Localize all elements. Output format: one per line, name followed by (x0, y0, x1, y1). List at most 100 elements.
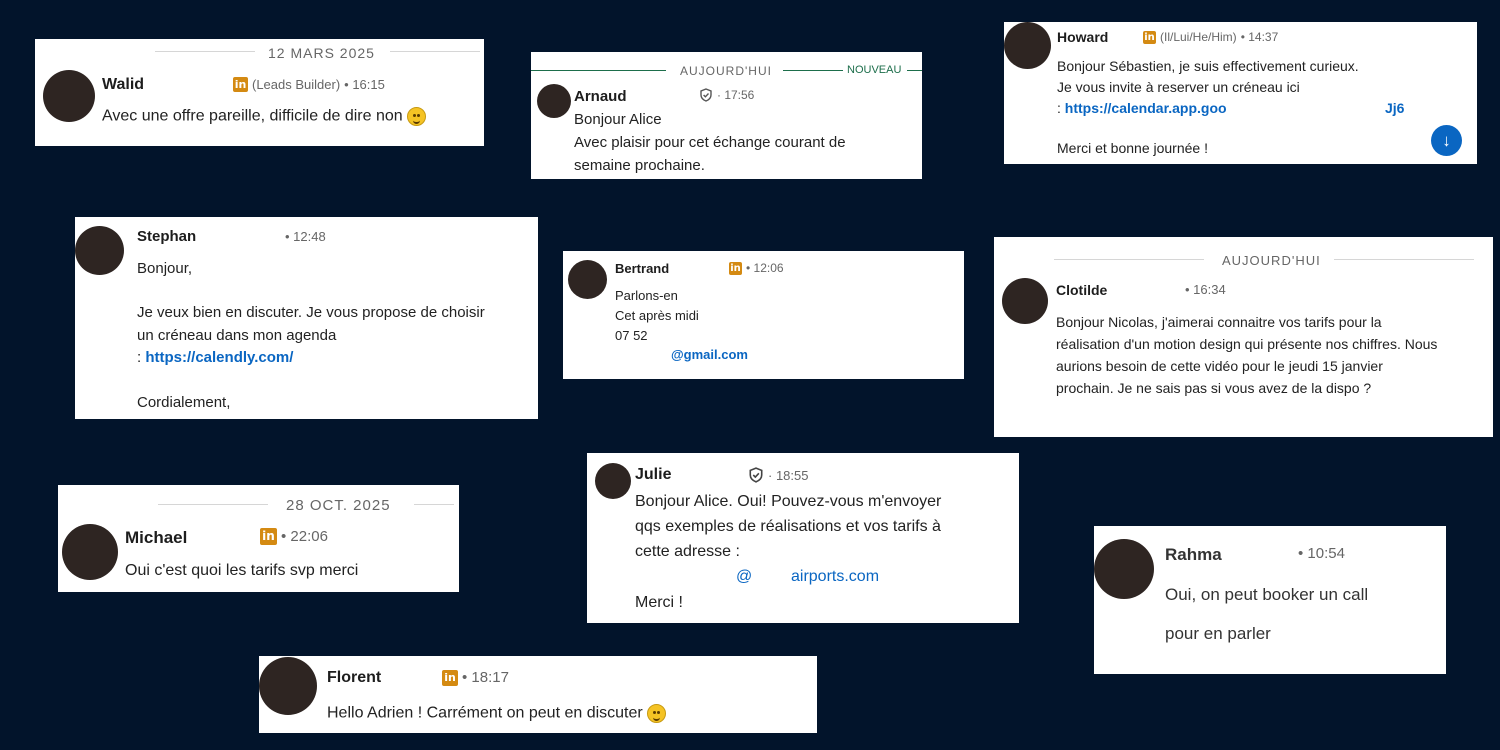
message-meta: · 18:55 (748, 467, 808, 483)
timestamp: • 16:15 (344, 77, 385, 92)
avatar[interactable] (1002, 278, 1048, 324)
calendar-link-tail[interactable]: Jj6 (1385, 100, 1404, 116)
linkedin-icon: in (729, 261, 742, 275)
sender-name[interactable]: Julie (635, 466, 671, 484)
message-meta: · 17:56 (699, 88, 754, 102)
date-divider (390, 51, 480, 52)
avatar[interactable] (259, 657, 317, 715)
message-line: Je veux bien en discuter. Je vous propos… (137, 304, 485, 321)
headline: (Il/Lui/He/Him) (1160, 30, 1237, 44)
date-label: AUJOURD'HUI (680, 64, 772, 78)
message-link-line: : https://calendly.com/ (137, 349, 293, 366)
date-label: 28 OCT. 2025 (286, 497, 391, 514)
message-text: Hello Adrien ! Carrément on peut en disc… (327, 704, 667, 723)
calendar-link[interactable]: https://calendar.app.goo (1065, 100, 1227, 116)
email-link[interactable]: @gmail.com (671, 347, 748, 362)
avatar[interactable] (568, 260, 607, 299)
sender-name[interactable]: Florent (327, 669, 381, 687)
date-divider (155, 51, 255, 52)
calendly-link[interactable]: https://calendly.com/ (145, 349, 293, 366)
winking-face-icon (407, 107, 427, 126)
message-line: Parlons-en (615, 288, 678, 303)
linkedin-icon: in (233, 77, 248, 92)
sender-name[interactable]: Bertrand (615, 261, 669, 276)
date-divider (158, 504, 268, 505)
avatar[interactable] (537, 84, 571, 118)
message-card-howard: Howard in (Il/Lui/He/Him) • 14:37 Bonjou… (1004, 22, 1477, 164)
message-card-julie: Julie · 18:55 Bonjour Alice. Oui! Pouvez… (587, 453, 1019, 623)
message-meta: in • 12:06 (729, 261, 784, 275)
message-closing: Merci ! (635, 594, 683, 611)
timestamp: • 14:37 (1240, 30, 1279, 44)
timestamp: • 12:48 (285, 229, 326, 244)
timestamp: · 17:56 (717, 88, 755, 102)
message-line: Cet après midi (615, 308, 699, 323)
timestamp: · 18:55 (768, 467, 809, 483)
message-line: réalisation d'un motion design qui prése… (1056, 336, 1438, 352)
message-meta: in • 22:06 (260, 528, 328, 545)
linkedin-icon: in (1143, 30, 1156, 44)
email-at[interactable]: @ (736, 568, 752, 586)
sender-name[interactable]: Arnaud (574, 88, 627, 105)
message-meta: • 12:48 (285, 229, 326, 244)
new-divider (907, 70, 922, 71)
avatar[interactable] (75, 226, 124, 275)
date-label: 12 MARS 2025 (268, 45, 375, 61)
message-line: Oui, on peut booker un call (1165, 585, 1369, 604)
date-label: AUJOURD'HUI (1222, 253, 1321, 268)
message-line: Avec une offre pareille, difficile de di… (102, 107, 403, 125)
arrow-down-icon: ↓ (1442, 130, 1451, 150)
message-line: Bonjour Alice. Oui! Pouvez-vous m'envoye… (635, 493, 942, 510)
message-card-rahma: Rahma • 10:54 Oui, on peut booker un cal… (1094, 526, 1446, 674)
message-line: prochain. Je ne sais pas si vous avez de… (1056, 380, 1372, 396)
link-prefix: : (1057, 100, 1065, 116)
message-line: Avec plaisir pour cet échange courant de (574, 134, 846, 151)
avatar[interactable] (1004, 22, 1051, 69)
avatar[interactable] (62, 524, 118, 580)
message-line: Hello Adrien ! Carrément on peut en disc… (327, 704, 643, 722)
timestamp: • 18:17 (462, 669, 509, 686)
avatar[interactable] (43, 70, 95, 122)
winking-face-icon (647, 704, 667, 723)
message-closing: Cordialement, (137, 394, 231, 411)
message-line: Oui c'est quoi les tarifs svp merci (125, 562, 359, 579)
timestamp: • 22:06 (281, 528, 328, 545)
message-card-walid: 12 MARS 2025 Walid in (Leads Builder) • … (35, 39, 484, 146)
sender-name[interactable]: Rahma (1165, 545, 1222, 565)
message-line: qqs exemples de réalisations et vos tari… (635, 518, 941, 535)
date-divider (1334, 259, 1474, 260)
message-line: 07 52 (615, 328, 648, 343)
timestamp: • 16:34 (1185, 282, 1226, 297)
message-meta: • 16:34 (1185, 282, 1226, 297)
scroll-down-button[interactable]: ↓ (1431, 125, 1462, 156)
message-card-michael: 28 OCT. 2025 Michael in • 22:06 Oui c'es… (58, 485, 459, 592)
message-meta: in (Il/Lui/He/Him) • 14:37 (1143, 30, 1278, 44)
sender-name[interactable]: Howard (1057, 29, 1108, 45)
sender-name[interactable]: Stephan (137, 228, 196, 245)
message-card-stephan: Stephan • 12:48 Bonjour, Je veux bien en… (75, 217, 538, 419)
linkedin-icon: in (442, 669, 458, 686)
avatar[interactable] (595, 463, 631, 499)
sender-name[interactable]: Michael (125, 528, 187, 548)
message-line: cette adresse : (635, 543, 740, 560)
message-text: Avec une offre pareille, difficile de di… (102, 107, 427, 126)
date-divider (414, 504, 454, 505)
email-domain[interactable]: airports.com (791, 568, 879, 586)
headline: (Leads Builder) (252, 77, 341, 92)
message-line: pour en parler (1165, 624, 1271, 643)
message-card-bertrand: Bertrand in • 12:06 Parlons-en Cet après… (563, 251, 964, 379)
sender-name[interactable]: Walid (102, 76, 144, 94)
message-meta: in • 18:17 (442, 669, 509, 686)
message-meta: • 10:54 (1298, 545, 1345, 562)
date-divider (1054, 259, 1204, 260)
message-line: Je vous invite à reserver un créneau ici (1057, 79, 1300, 95)
timestamp: • 10:54 (1298, 545, 1345, 562)
sender-name[interactable]: Clotilde (1056, 282, 1107, 298)
linkedin-icon: in (260, 528, 277, 545)
message-card-florent: Florent in • 18:17 Hello Adrien ! Carrém… (259, 656, 817, 733)
avatar[interactable] (1094, 539, 1154, 599)
shield-icon (749, 467, 763, 483)
new-divider (783, 70, 843, 71)
shield-icon (700, 88, 712, 102)
message-line: Bonjour, (137, 260, 193, 277)
